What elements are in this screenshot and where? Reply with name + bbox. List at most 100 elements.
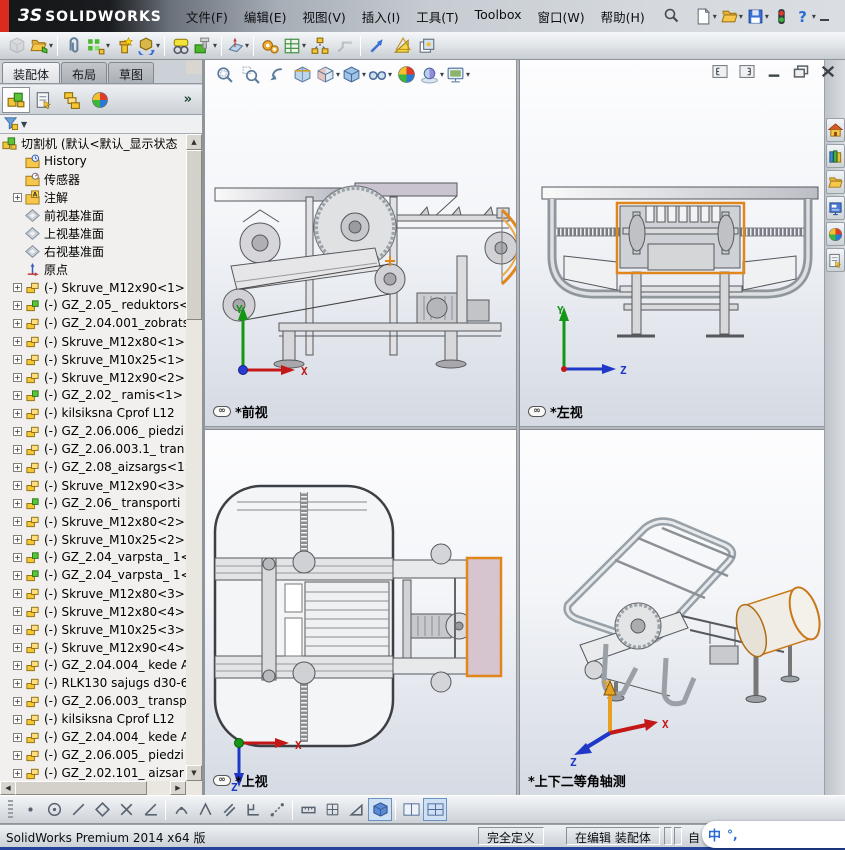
menu-file[interactable]: 文件(F)	[178, 3, 236, 30]
viewport-splitter-horizontal[interactable]	[205, 426, 845, 430]
expand-icon[interactable]: +	[13, 193, 22, 202]
snap-line-icon[interactable]	[66, 798, 90, 821]
apply-scene-icon[interactable]: ▾	[419, 62, 445, 86]
tree-item[interactable]: 原点	[0, 260, 202, 278]
tree-item[interactable]: +(-) GZ_2.04_varpsta_ 1<	[0, 548, 202, 566]
appearances-scenes-button[interactable]	[826, 222, 845, 246]
display-style-icon[interactable]: ▾	[341, 62, 367, 86]
snap-parallel-icon[interactable]	[217, 798, 241, 821]
expand-icon[interactable]: +	[13, 607, 22, 616]
snap-intersection-icon[interactable]	[114, 798, 138, 821]
expand-icon[interactable]: +	[13, 571, 22, 580]
tree-item[interactable]: +(-) kilsiksna Cprof L12	[0, 404, 202, 422]
expand-icon[interactable]: +	[13, 535, 22, 544]
tree-item[interactable]: +(-) Skruve_M10x25<1> (默	[0, 350, 202, 368]
tree-item[interactable]: +(-) Skruve_M12x90<4> (默	[0, 638, 202, 656]
smart-fasteners-icon[interactable]	[111, 33, 136, 58]
tree-item[interactable]: +(-) GZ_2.06.003_ transp	[0, 692, 202, 710]
tree-item[interactable]: 右视基准面	[0, 242, 202, 260]
expand-icon[interactable]: +	[13, 625, 22, 634]
tree-item[interactable]: +(-) Skruve_M12x80<3> (默	[0, 584, 202, 602]
tree-hscrollbar[interactable]: ◀ ▶	[0, 781, 202, 795]
expand-icon[interactable]: +	[13, 769, 22, 778]
tree-item[interactable]: +(-) Skruve_M12x80<4> (默	[0, 602, 202, 620]
snap-perpendicular-icon[interactable]	[241, 798, 265, 821]
tree-item[interactable]: +(-) GZ_2.04.004_ kede A	[0, 728, 202, 746]
insert-component-folder-icon[interactable]: ▾	[29, 33, 54, 58]
tree-item[interactable]: +(-) kilsiksna Cprof L12	[0, 710, 202, 728]
tree-item[interactable]: +(-) Skruve_M10x25<3> (默	[0, 620, 202, 638]
ime-mode-button[interactable]: 中	[708, 825, 721, 844]
expand-icon[interactable]: +	[13, 589, 22, 598]
tree-item[interactable]: 前视基准面	[0, 206, 202, 224]
instant3d-icon[interactable]	[389, 33, 414, 58]
shaded-view-icon[interactable]	[368, 798, 392, 821]
tree-item[interactable]: +(-) GZ_2.02.101_ aizsar	[0, 764, 202, 781]
menu-toolbox[interactable]: Toolbox	[467, 3, 530, 30]
expand-icon[interactable]: +	[13, 409, 22, 418]
expand-icon[interactable]: +	[13, 283, 22, 292]
ime-punct-button[interactable]: °,	[727, 828, 738, 842]
exploded-view-icon[interactable]	[307, 33, 332, 58]
tree-item[interactable]: +(-) Skruve_M12x90<2> (默	[0, 368, 202, 386]
snap-point-icon[interactable]	[18, 798, 42, 821]
propertymanager-tab[interactable]	[30, 87, 58, 113]
explode-line-sketch-icon[interactable]	[332, 33, 357, 58]
filter-icon[interactable]	[4, 116, 18, 133]
tree-item[interactable]: 上视基准面	[0, 224, 202, 242]
hide-show-items-icon[interactable]: ▾	[367, 62, 393, 86]
bill-of-materials-icon[interactable]: ▾	[282, 33, 307, 58]
viewport-isometric[interactable]: Y X Z *上下二等角轴测	[520, 430, 845, 795]
previous-view-icon[interactable]	[263, 62, 289, 86]
panel-tab-assembly[interactable]: 装配体	[2, 62, 60, 83]
viewport-splitter-vertical[interactable]	[516, 60, 520, 795]
minimize-button[interactable]	[764, 64, 783, 79]
expand-icon[interactable]: +	[13, 373, 22, 382]
expand-icon[interactable]: +	[13, 733, 22, 742]
expand-icon[interactable]: +	[13, 481, 22, 490]
snap-grid-icon[interactable]	[320, 798, 344, 821]
pane-right-button[interactable]	[737, 64, 756, 79]
expand-icon[interactable]: +	[13, 445, 22, 454]
expand-icon[interactable]: +	[13, 679, 22, 688]
insert-components-icon[interactable]	[4, 33, 29, 58]
tree-item[interactable]: +(-) GZ_2.06.005_ piedzi	[0, 746, 202, 764]
configurationmanager-tab[interactable]	[58, 87, 86, 113]
viewport-top[interactable]: X Z ∞ *上视	[205, 430, 516, 795]
snap-quadrant-icon[interactable]	[90, 798, 114, 821]
custom-properties-button[interactable]	[826, 248, 845, 272]
expand-icon[interactable]: +	[13, 661, 22, 670]
tree-item[interactable]: +(-) GZ_2.04_varpsta_ 1<	[0, 566, 202, 584]
interference-detection-icon[interactable]	[364, 33, 389, 58]
featuremanager-tab[interactable]	[2, 87, 30, 113]
restore-button[interactable]	[791, 64, 810, 79]
close-button[interactable]	[818, 64, 837, 79]
expand-icon[interactable]: +	[13, 337, 22, 346]
displaymanager-tab[interactable]	[86, 87, 114, 113]
snap-angle-icon[interactable]	[138, 798, 162, 821]
expand-icon[interactable]: +	[13, 355, 22, 364]
tree-item[interactable]: +(-) GZ_2.02_ ramis<1> (	[0, 386, 202, 404]
design-library-button[interactable]	[826, 144, 845, 168]
search-icon[interactable]	[663, 7, 679, 25]
tree-item[interactable]: +(-) GZ_2.06.006_ piedzi	[0, 422, 202, 440]
panel-tab-layout[interactable]: 布局	[61, 62, 107, 83]
viewport-two-icon[interactable]	[399, 798, 423, 821]
snap-tangent-icon[interactable]	[169, 798, 193, 821]
zoom-area-icon[interactable]	[237, 62, 263, 86]
tree-item[interactable]: +(-) RLK130 sajugs d30-6	[0, 674, 202, 692]
expand-icon[interactable]: +	[13, 391, 22, 400]
expand-icon[interactable]: +	[13, 301, 22, 310]
snap-length-icon[interactable]	[296, 798, 320, 821]
solidworks-resources-button[interactable]	[826, 118, 845, 142]
move-component-icon[interactable]: ▾	[136, 33, 161, 58]
snap-angle-grid-icon[interactable]	[344, 798, 368, 821]
tree-item[interactable]: +A注解	[0, 188, 202, 206]
expand-icon[interactable]: +	[13, 463, 22, 472]
tree-scroll-down-button[interactable]: ▼	[186, 765, 202, 781]
expand-icon[interactable]: +	[13, 517, 22, 526]
show-hidden-components-icon[interactable]	[168, 33, 193, 58]
tree-item[interactable]: +(-) Skruve_M12x90<3> (默	[0, 476, 202, 494]
expand-icon[interactable]: +	[13, 427, 22, 436]
menu-help[interactable]: 帮助(H)	[593, 3, 653, 30]
